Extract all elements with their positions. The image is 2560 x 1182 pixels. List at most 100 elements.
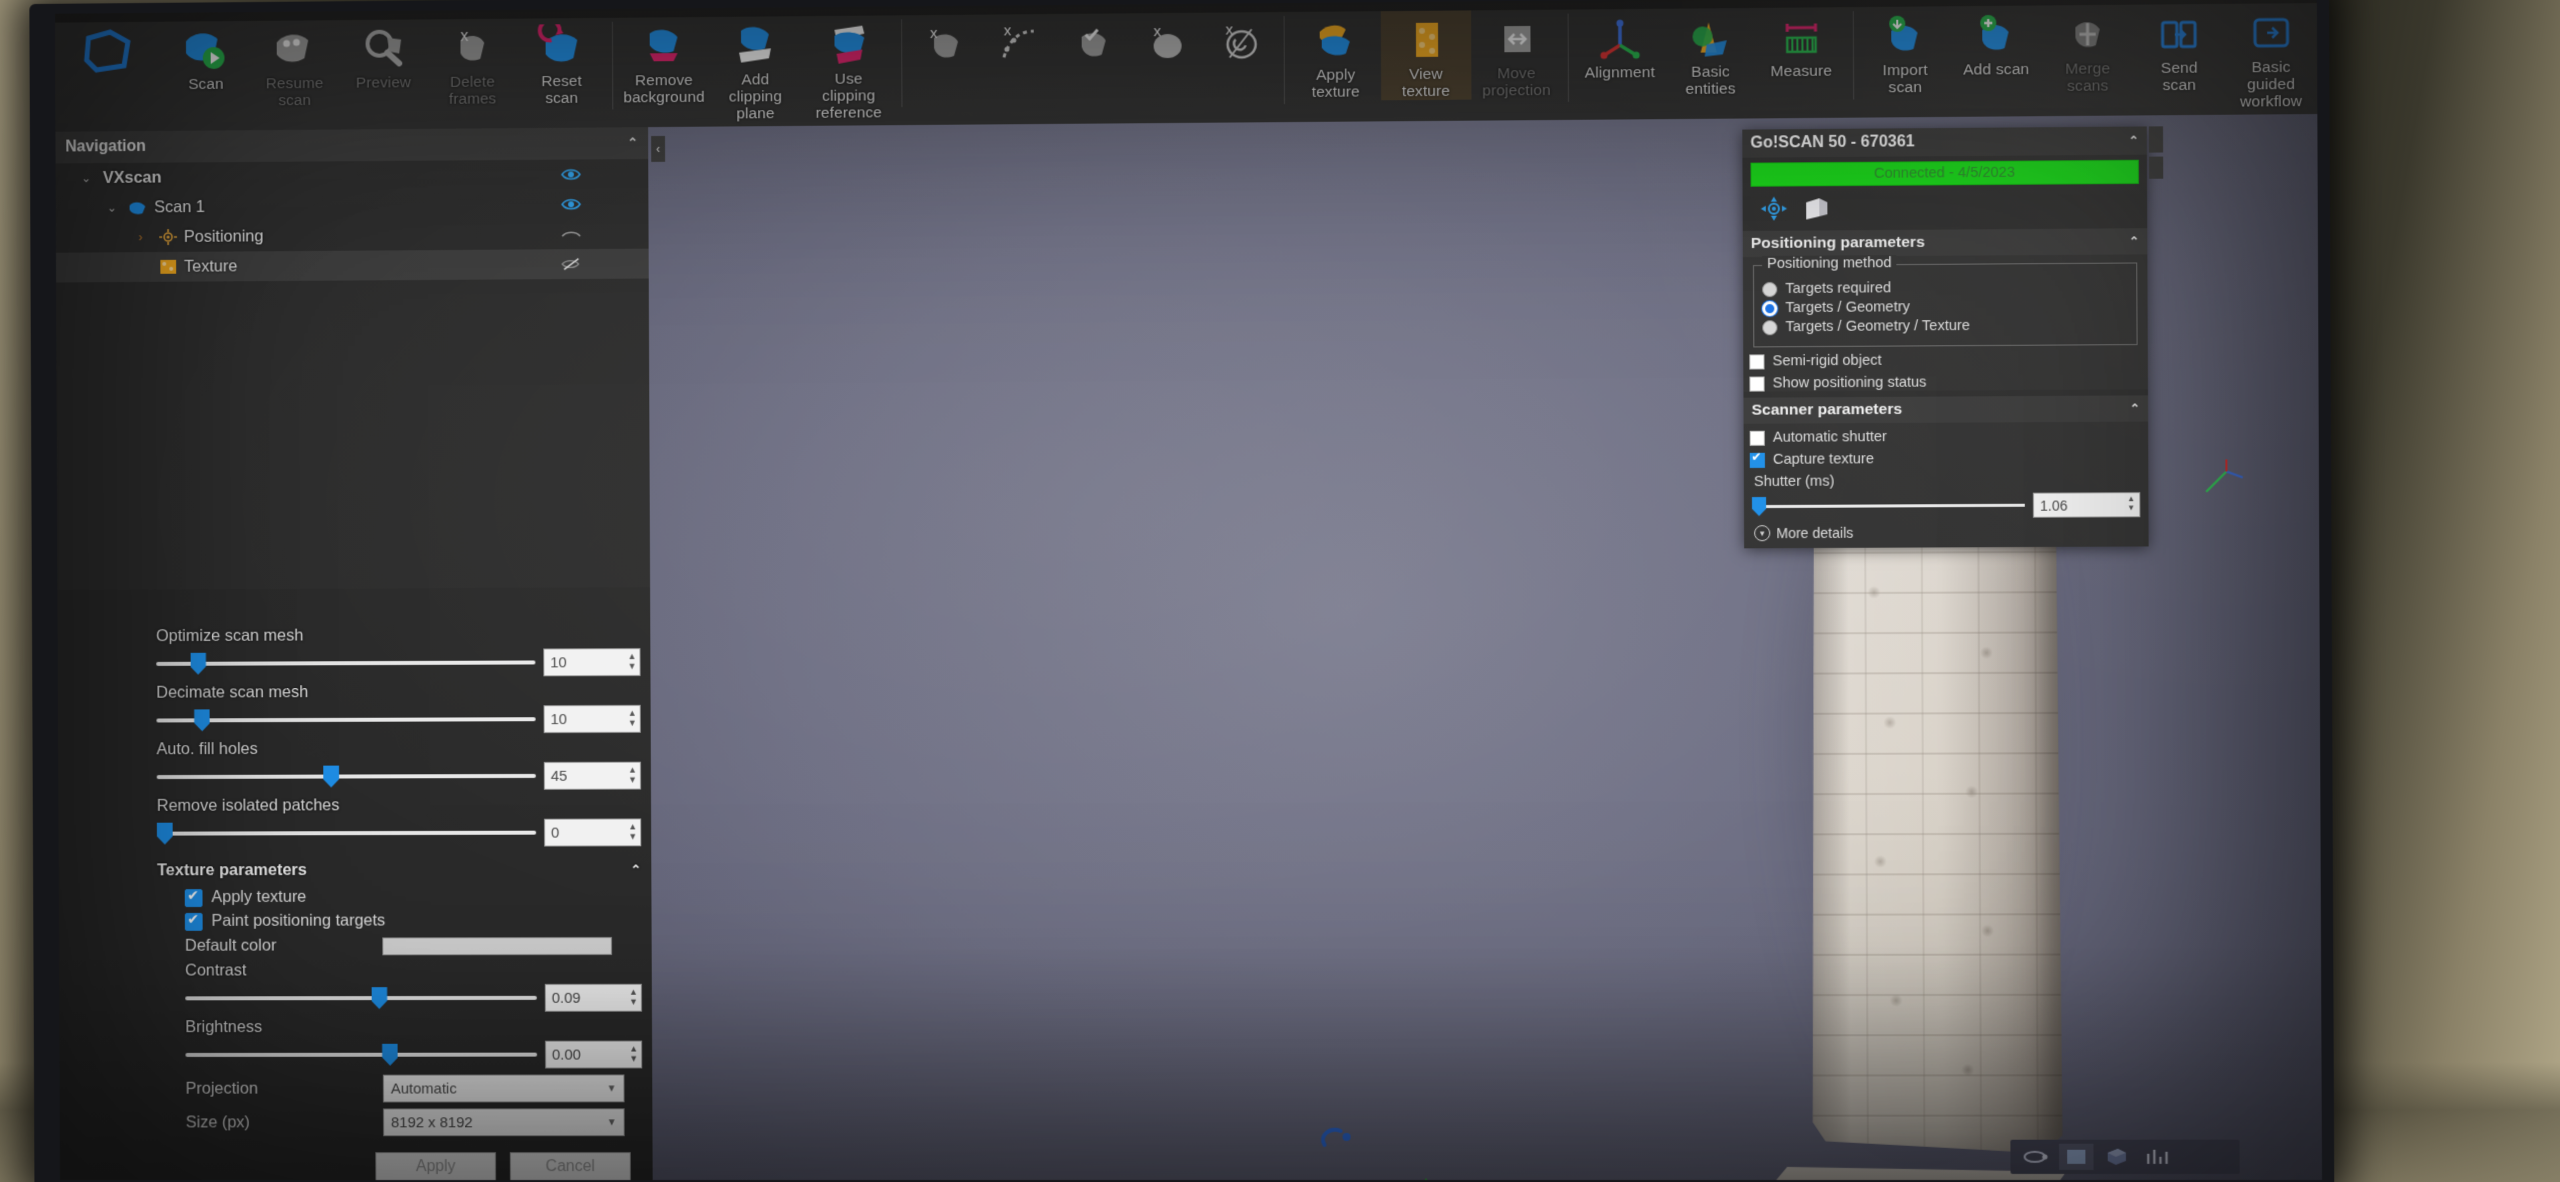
preview-button[interactable]: Preview (339, 19, 428, 92)
more-details-row[interactable]: ▾ More details (1744, 519, 2149, 548)
delete-selection-button[interactable]: x (908, 15, 982, 70)
brightness-slider[interactable] (185, 1053, 538, 1057)
radio-targets-geometry-texture[interactable]: Targets / Geometry / Texture (1762, 317, 2128, 335)
import-scan-button[interactable]: Import scan (1859, 6, 1950, 96)
panel-scroll-up-button[interactable] (2148, 126, 2164, 153)
slider-knob[interactable] (371, 987, 387, 1009)
render-shaded-icon[interactable] (2059, 1143, 2094, 1170)
radio-targets-required[interactable]: Targets required (1762, 279, 2128, 297)
delete-lasso-button[interactable]: x (1203, 12, 1277, 67)
brightness-value[interactable]: 0.00 ▲ ▼ (544, 1040, 643, 1069)
render-textured-icon[interactable] (2100, 1144, 2135, 1170)
texture-parameters-header[interactable]: Texture parameters ⌃ (157, 860, 641, 880)
optimize-scan-mesh-value[interactable]: 10 ▲ ▼ (543, 648, 641, 677)
semi-rigid-object-checkbox[interactable] (1749, 353, 1765, 370)
slider-knob[interactable] (190, 653, 206, 675)
remove-isolated-patches-value[interactable]: 0 ▲ ▼ (544, 818, 642, 847)
slider-knob[interactable] (382, 1044, 398, 1066)
radio-button[interactable] (1762, 281, 1778, 297)
chevron-right-icon[interactable]: › (139, 230, 155, 244)
use-clipping-reference-button[interactable]: Use clipping reference (802, 15, 896, 122)
apply-button[interactable]: Apply (375, 1152, 497, 1181)
chevron-down-icon[interactable]: ⌄ (81, 171, 97, 185)
resume-scan-button[interactable]: Resume scan (250, 20, 339, 109)
eye-partial-icon[interactable] (561, 224, 581, 244)
add-clipping-plane-button[interactable]: Add clipping plane (709, 16, 803, 122)
default-color-swatch[interactable] (382, 936, 613, 955)
positioning-parameters-header[interactable]: Positioning parameters ⌃ (1742, 228, 2148, 258)
size-select[interactable]: 8192 x 8192 ▼ (383, 1108, 625, 1137)
left-dock-collapse-button[interactable]: ‹ (651, 135, 666, 162)
contrast-slider[interactable] (185, 996, 537, 1000)
stepper-arrows-icon[interactable]: ▲ ▼ (628, 708, 637, 728)
add-scan-button[interactable]: Add scan (1950, 5, 2041, 79)
optimize-scan-mesh-slider[interactable] (156, 660, 536, 665)
app-logo-button[interactable] (55, 22, 162, 76)
basic-entities-button[interactable]: Basic entities (1665, 8, 1756, 98)
auto-fill-holes-value[interactable]: 45 ▲ ▼ (543, 761, 642, 790)
stepper-arrows-icon[interactable]: ▲ ▼ (629, 987, 638, 1007)
paint-positioning-targets-checkbox-row[interactable]: Paint positioning targets (184, 911, 642, 931)
chevron-up-icon[interactable]: ⌃ (2128, 134, 2138, 148)
chevron-down-icon[interactable]: ▼ (607, 1083, 617, 1094)
positioning-target-icon[interactable] (1759, 195, 1789, 223)
decimate-scan-mesh-slider[interactable] (156, 717, 536, 722)
capture-texture-row[interactable]: Capture texture (1749, 450, 2149, 468)
chevron-down-circle-icon[interactable]: ▾ (1754, 525, 1771, 542)
stepper-arrows-icon[interactable]: ▲ ▼ (628, 821, 637, 841)
delete-blob-button[interactable]: x (1129, 13, 1203, 68)
scan-button[interactable]: Scan (161, 21, 250, 93)
slider-knob[interactable] (194, 709, 210, 731)
slider-knob[interactable] (1752, 497, 1766, 516)
radio-button-selected[interactable] (1762, 300, 1778, 316)
move-projection-button[interactable]: Move projection (1471, 10, 1562, 100)
cancel-button[interactable]: Cancel (509, 1152, 631, 1181)
scanner-parameters-header[interactable]: Scanner parameters ⌃ (1743, 395, 2149, 424)
merge-scans-button[interactable]: Merge scans (2041, 5, 2133, 95)
tree-item-texture[interactable]: Texture (55, 248, 649, 283)
radio-button[interactable] (1762, 319, 1778, 335)
alignment-button[interactable]: Alignment (1574, 9, 1665, 82)
eye-hidden-icon[interactable] (561, 254, 581, 274)
eye-visible-icon[interactable] (561, 164, 581, 184)
chevron-up-icon[interactable]: ⌃ (631, 862, 642, 878)
decimate-scan-mesh-value[interactable]: 10 ▲ ▼ (543, 704, 641, 734)
remove-isolated-patches-slider[interactable] (157, 831, 537, 836)
remove-background-button[interactable]: Remove background (619, 17, 709, 106)
capture-texture-checkbox[interactable] (1749, 452, 1765, 468)
apply-texture-checkbox-row[interactable]: Apply texture (184, 887, 642, 907)
chevron-up-icon[interactable]: ⌃ (2130, 401, 2140, 415)
delete-trajectory-button[interactable]: x (982, 14, 1056, 69)
orbit-tool-icon[interactable] (2019, 1144, 2054, 1170)
delete-frames-button[interactable]: x Delete frames (428, 19, 517, 108)
rotation-handles[interactable] (1316, 1123, 1497, 1180)
chevron-down-icon[interactable]: ⌄ (107, 201, 123, 215)
apply-texture-checkbox[interactable] (184, 888, 203, 907)
reset-scan-button[interactable]: Reset scan (517, 18, 607, 107)
apply-texture-button[interactable]: Apply texture (1290, 11, 1381, 101)
shutter-slider[interactable] (1752, 504, 2025, 508)
quality-map-icon[interactable] (2140, 1144, 2175, 1170)
slider-knob[interactable] (157, 823, 173, 845)
semi-rigid-object-row[interactable]: Semi-rigid object (1749, 351, 2148, 369)
contrast-value[interactable]: 0.09 ▲ ▼ (544, 983, 643, 1012)
stepper-arrows-icon[interactable]: ▲ ▼ (629, 1044, 638, 1064)
show-positioning-status-checkbox[interactable] (1749, 375, 1765, 392)
auto-fill-holes-slider[interactable] (156, 774, 536, 779)
view-cube-gizmo[interactable] (1366, 1178, 1487, 1181)
projection-select[interactable]: Automatic ▼ (382, 1074, 625, 1103)
tree-item-scan-1[interactable]: ⌄ Scan 1 (56, 189, 649, 223)
show-positioning-status-row[interactable]: Show positioning status (1749, 373, 2148, 392)
send-scan-button[interactable]: Send scan (2133, 4, 2225, 94)
stepper-arrows-icon[interactable]: ▲ ▼ (628, 651, 637, 671)
paint-positioning-targets-checkbox[interactable] (184, 912, 203, 931)
stepper-arrows-icon[interactable]: ▲ ▼ (2127, 494, 2135, 512)
chevron-up-icon[interactable]: ⌃ (627, 135, 638, 151)
tree-item-positioning[interactable]: › Positioning (56, 219, 649, 253)
eye-visible-icon[interactable] (561, 194, 581, 214)
slider-knob[interactable] (323, 766, 339, 788)
automatic-shutter-row[interactable]: Automatic shutter (1749, 428, 2149, 446)
view-texture-button[interactable]: View texture (1380, 10, 1472, 101)
basic-guided-workflow-button[interactable]: Basic guided workflow (2225, 3, 2318, 111)
delete-check-button[interactable] (1055, 13, 1129, 68)
